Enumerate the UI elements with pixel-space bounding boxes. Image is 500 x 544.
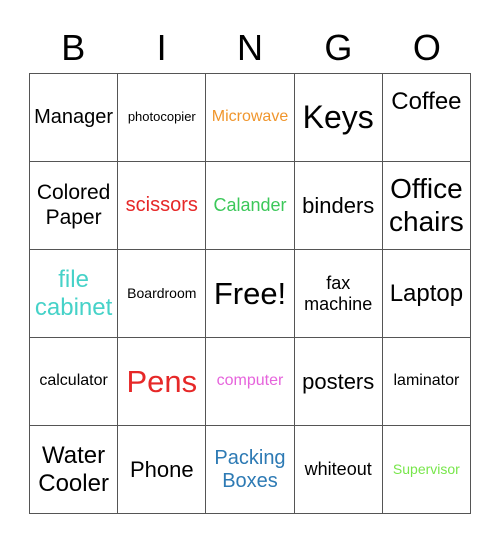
bingo-cell[interactable]: photocopier (118, 74, 207, 162)
cell-label: Laptop (389, 279, 464, 307)
cell-label: computer (216, 372, 284, 390)
cell-label: Office chairs (389, 173, 464, 237)
bingo-cell[interactable]: binders (294, 162, 383, 250)
cell-label: Water Cooler (38, 441, 109, 497)
bingo-cell[interactable]: Office chairs (382, 162, 471, 250)
header-letter-b: B (61, 27, 86, 68)
bingo-cell[interactable]: fax machine (294, 250, 383, 338)
header-letter-i: I (156, 27, 167, 68)
cell-label: fax machine (304, 272, 373, 314)
bingo-cell[interactable]: Laptop (382, 250, 471, 338)
bingo-cell[interactable]: laminator (382, 338, 471, 426)
header-letter-n: N (237, 27, 264, 68)
bingo-cell free-space[interactable]: Free! (206, 250, 295, 338)
cell-label: Manager (34, 106, 114, 128)
cell-label: Microwave (211, 108, 289, 126)
cell-label: Pens (126, 363, 198, 399)
bingo-cell[interactable]: Phone (118, 426, 207, 514)
bingo-cell[interactable]: Supervisor (382, 426, 471, 514)
cell-label: calculator (39, 372, 108, 390)
bingo-cell[interactable]: Coffee (382, 74, 471, 162)
cell-label: Packing Boxes (214, 446, 286, 492)
bingo-cell[interactable]: Manager (30, 74, 119, 162)
bingo-cell[interactable]: Keys (294, 74, 383, 162)
bingo-cell[interactable]: Packing Boxes (206, 426, 295, 514)
bingo-cell[interactable]: Water Cooler (30, 426, 119, 514)
bingo-cell[interactable]: computer (206, 338, 295, 426)
header-letter-o: O (412, 27, 441, 68)
bingo-cell[interactable]: scissors (118, 162, 207, 250)
bingo-cell[interactable]: whiteout (294, 426, 383, 514)
bingo-header: B I N G O (29, 24, 471, 72)
cell-label: Coffee (391, 88, 462, 115)
bingo-cell[interactable]: file cabinet (30, 250, 119, 338)
cell-label: laminator (393, 372, 460, 390)
cell-label: Colored Paper (36, 181, 111, 229)
cell-label: photocopier (127, 109, 196, 125)
bingo-cell[interactable]: Pens (118, 338, 207, 426)
bingo-grid: Manager photocopier Microwave Keys Coffe… (29, 73, 471, 514)
bingo-cell[interactable]: calculator (30, 338, 119, 426)
bingo-cell[interactable]: Boardroom (118, 250, 207, 338)
cell-label: Calander (213, 195, 287, 216)
cell-label: Supervisor (392, 461, 460, 478)
cell-label: scissors (125, 194, 198, 216)
bingo-cell[interactable]: Calander (206, 162, 295, 250)
cell-label: file cabinet (34, 265, 113, 321)
cell-label: Boardroom (127, 285, 197, 302)
bingo-cell[interactable]: Microwave (206, 74, 295, 162)
cell-label: Free! (213, 275, 287, 311)
cell-label: posters (302, 368, 375, 394)
cell-label: binders (302, 192, 375, 218)
bingo-cell[interactable]: Colored Paper (30, 162, 119, 250)
cell-label: whiteout (304, 459, 372, 480)
bingo-cell[interactable]: posters (294, 338, 383, 426)
cell-label: Phone (129, 456, 194, 482)
cell-label: Keys (302, 99, 374, 136)
header-letter-g: G (324, 27, 353, 68)
